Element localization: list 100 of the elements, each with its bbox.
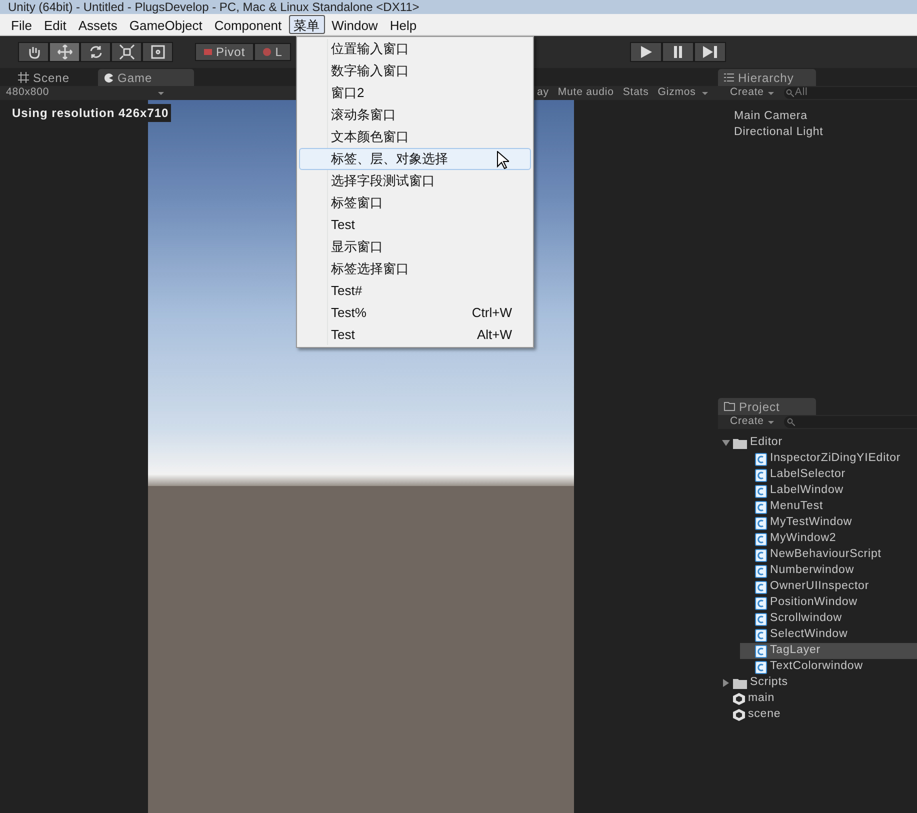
panel-tab[interactable]: Scene — [12, 69, 76, 86]
list-icon — [724, 73, 734, 82]
caret-icon — [702, 92, 708, 94]
rect-tool-icon — [150, 44, 166, 60]
project-tree-item[interactable]: Editor — [718, 435, 917, 451]
create-dropdown[interactable]: Create — [730, 85, 774, 101]
project-tab[interactable]: Project — [718, 398, 816, 415]
dropdown-menu-item[interactable]: 标签、层、对象选择 — [299, 148, 531, 170]
project-tree-item[interactable]: MyWindow2 — [740, 531, 917, 547]
search-field[interactable] — [784, 416, 917, 428]
unity-scene-icon — [733, 693, 745, 705]
project-tree-item[interactable]: TagLayer — [740, 643, 917, 659]
script-icon — [755, 500, 767, 514]
script-icon — [755, 628, 767, 642]
menu-item-label: 选择字段测试窗口 — [331, 172, 435, 190]
pivot-button[interactable]: Pivot — [195, 43, 254, 61]
panel-tab[interactable]: Game — [98, 69, 194, 86]
game-view-option[interactable]: Stats — [622, 85, 649, 101]
dropdown-menu-item[interactable]: 文本颜色窗口 — [299, 126, 531, 148]
menu-item-label: 位置输入窗口 — [331, 40, 409, 58]
tool-button[interactable] — [80, 42, 111, 62]
tool-button[interactable] — [18, 42, 49, 62]
tool-button[interactable] — [142, 42, 173, 62]
hierarchy-tab[interactable]: Hierarchy — [718, 69, 816, 86]
dropdown-menu-item[interactable]: 滚动条窗口 — [299, 104, 531, 126]
move-icon — [56, 44, 72, 60]
dropdown-menu-item[interactable]: 窗口2 — [299, 82, 531, 104]
menu-bar-item[interactable]: Assets — [73, 15, 122, 34]
menu-item-label: Test — [331, 326, 355, 344]
dropdown-menu-item[interactable]: 位置输入窗口 — [299, 38, 531, 60]
project-tree-item[interactable]: Numberwindow — [740, 563, 917, 579]
play-button[interactable] — [630, 42, 662, 62]
script-icon — [755, 580, 767, 594]
menu-bar-item[interactable]: File — [6, 15, 37, 34]
script-icon — [755, 548, 767, 562]
expanded-arrow-icon[interactable] — [722, 439, 730, 447]
menu-item-label: Test# — [331, 282, 362, 300]
search-field[interactable]: All — [794, 87, 917, 99]
tool-button[interactable] — [49, 42, 80, 62]
hierarchy-item[interactable]: Directional Light — [734, 124, 917, 140]
local-button[interactable]: L — [254, 43, 291, 61]
dropdown-menu-item[interactable]: 标签选择窗口 — [299, 258, 531, 280]
global-icon — [263, 48, 272, 56]
project-tree-item[interactable]: main — [718, 691, 917, 707]
menu-item-label: 滚动条窗口 — [331, 106, 396, 124]
dropdown-menu-item[interactable]: 显示窗口 — [299, 236, 531, 258]
dropdown-menu-item[interactable]: Test% Ctrl+W — [299, 302, 531, 324]
dropdown-menu-item[interactable]: Test# — [299, 280, 531, 302]
script-icon — [755, 660, 767, 674]
project-tree-item[interactable]: Scrollwindow — [740, 611, 917, 627]
project-tree-item[interactable]: PositionWindow — [740, 595, 917, 611]
project-tree-item[interactable]: LabelSelector — [740, 467, 917, 483]
menu-item-label: 显示窗口 — [331, 238, 383, 256]
folder-icon — [733, 438, 747, 448]
tool-button[interactable] — [111, 42, 142, 62]
menu-item-label: 文本颜色窗口 — [331, 128, 409, 146]
project-tree-item[interactable]: Scripts — [718, 675, 917, 691]
project-tree-item[interactable]: TextColorwindow — [740, 659, 917, 675]
game-view-option[interactable]: Gizmos — [658, 85, 696, 101]
search-icon — [786, 89, 794, 97]
caret-icon — [158, 92, 164, 94]
menu-bar-item[interactable]: Component — [209, 15, 287, 34]
project-tree-item[interactable]: LabelWindow — [740, 483, 917, 499]
project-tree-item[interactable]: MenuTest — [740, 499, 917, 515]
collapsed-arrow-icon[interactable] — [722, 679, 730, 687]
script-icon — [755, 564, 767, 578]
dropdown-menu-item[interactable]: 标签窗口 — [299, 192, 531, 214]
project-tree-item[interactable]: InspectorZiDingYIEditor — [740, 451, 917, 467]
menu-item-label: Test — [331, 216, 355, 234]
menu-bar-item[interactable]: Help — [384, 15, 422, 34]
menu-item-label: 标签、层、对象选择 — [331, 150, 448, 168]
menu-bar-item[interactable]: 菜单 — [288, 15, 325, 34]
script-icon — [755, 644, 767, 658]
pause-button[interactable] — [662, 42, 694, 62]
script-icon — [755, 484, 767, 498]
project-tree-item[interactable]: MyTestWindow — [740, 515, 917, 531]
mouse-pointer-icon — [497, 151, 509, 169]
script-icon — [755, 532, 767, 546]
hierarchy-item[interactable]: Main Camera — [734, 108, 917, 124]
project-tree-item[interactable]: SelectWindow — [740, 627, 917, 643]
project-tree-item[interactable]: scene — [718, 707, 917, 723]
rotate-icon — [88, 44, 104, 60]
caret-icon — [768, 420, 774, 424]
project-tree-item[interactable]: OwnerUIInspector — [740, 579, 917, 595]
step-button[interactable] — [694, 42, 726, 62]
menu-bar-item[interactable]: GameObject — [124, 15, 208, 34]
resolution-warning: Using resolution 426x710 — [12, 104, 171, 122]
game-view-option[interactable]: Mute audio — [558, 85, 614, 101]
menu-bar-item[interactable]: Window — [326, 15, 383, 34]
game-view-option[interactable]: ay — [537, 85, 549, 101]
window-title: Unity (64bit) - Untitled - PlugsDevelop - PC, Mac & Linux Standalone <DX11> — [8, 0, 420, 14]
menu-item-label: 标签选择窗口 — [331, 260, 409, 278]
dropdown-menu-item[interactable]: 数字输入窗口 — [299, 60, 531, 82]
dropdown-menu-item[interactable]: Test — [299, 214, 531, 236]
project-tree-item[interactable]: NewBehaviourScript — [740, 547, 917, 563]
dropdown-menu-item[interactable]: Test Alt+W — [299, 324, 531, 346]
pause-icon — [672, 46, 683, 58]
dropdown-menu-item[interactable]: 选择字段测试窗口 — [299, 170, 531, 192]
search-icon — [786, 418, 795, 426]
menu-bar-item[interactable]: Edit — [38, 15, 72, 34]
